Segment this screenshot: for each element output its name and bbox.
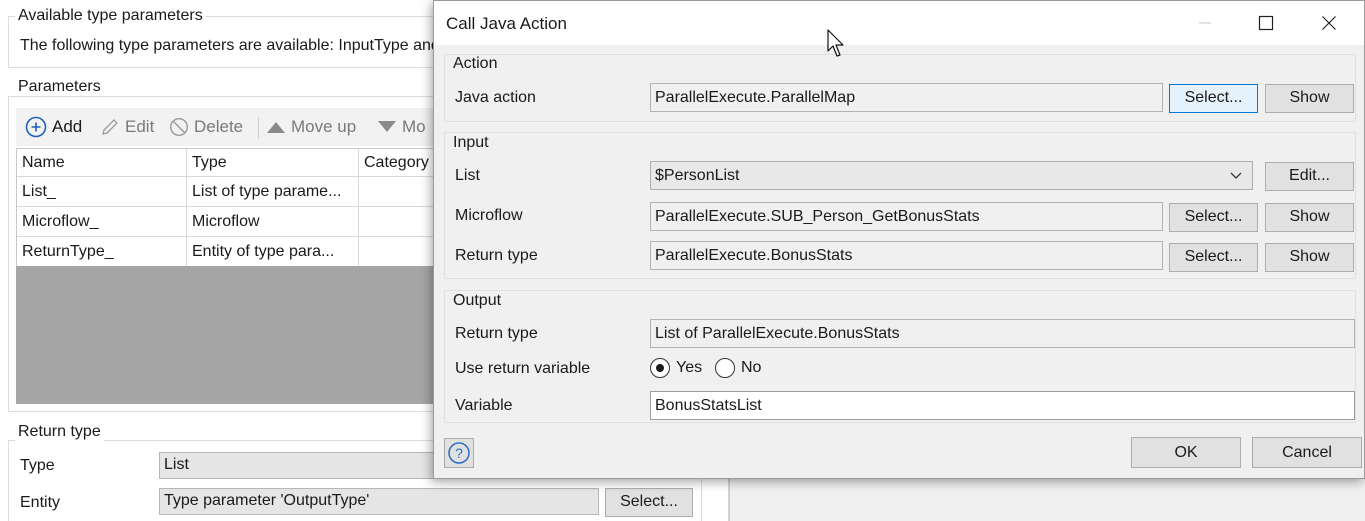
list-dropdown-value: $PersonList [655, 167, 740, 184]
maximize-icon [1258, 15, 1274, 31]
radio-selected-dot [656, 364, 664, 372]
triangle-down-icon [378, 121, 396, 132]
cell-type: Entity of type para... [187, 237, 359, 266]
microflow-label: Microflow [455, 207, 523, 224]
table-header: Name Type Category [17, 148, 437, 177]
no-radio-label[interactable]: No [741, 358, 761, 378]
svg-text:?: ? [455, 445, 463, 461]
type-params-title: Available type parameters [15, 7, 206, 25]
parameters-title: Parameters [15, 78, 104, 96]
yes-radio-label[interactable]: Yes [676, 358, 702, 378]
list-label: List [455, 167, 480, 184]
help-icon: ? [448, 442, 470, 464]
return-type-type-label: Type [20, 457, 55, 474]
microflow-field: ParallelExecute.SUB_Person_GetBonusStats [650, 202, 1163, 231]
column-header-category[interactable]: Category [359, 149, 439, 176]
return-type-entity-label: Entity [20, 494, 61, 511]
cell-type: List of type parame... [187, 177, 359, 206]
add-label: Add [52, 117, 83, 136]
delete-label: Delete [194, 117, 244, 136]
pencil-icon [102, 119, 118, 135]
input-return-type-field: ParallelExecute.BonusStats [650, 241, 1163, 270]
microflow-select-button[interactable]: Select... [1169, 203, 1258, 232]
list-edit-button[interactable]: Edit... [1265, 162, 1354, 191]
use-return-variable-label: Use return variable [455, 360, 591, 377]
column-header-name[interactable]: Name [17, 149, 187, 176]
maximize-button[interactable] [1243, 7, 1289, 39]
microflow-show-button[interactable]: Show [1265, 203, 1354, 232]
return-type-select-button[interactable]: Select... [1169, 243, 1258, 272]
close-icon [1322, 16, 1336, 30]
move-down-button[interactable]: Mo [377, 113, 426, 141]
variable-input[interactable]: BonusStatsList [650, 391, 1355, 420]
move-down-label: Mo [402, 117, 426, 136]
minimize-icon [1199, 22, 1211, 24]
action-section-title: Action [453, 55, 498, 72]
cell-category [359, 237, 439, 266]
output-return-type-label: Return type [455, 325, 538, 342]
chevron-down-icon [1230, 172, 1242, 179]
list-dropdown[interactable]: $PersonList [650, 161, 1253, 190]
column-header-type[interactable]: Type [187, 149, 359, 176]
mouse-cursor-icon [827, 29, 844, 57]
table-row[interactable]: Microflow_ Microflow [17, 207, 437, 237]
yes-radio[interactable] [650, 358, 670, 378]
cancel-button[interactable]: Cancel [1252, 437, 1362, 468]
cell-name: Microflow_ [17, 207, 187, 236]
return-type-title: Return type [15, 423, 104, 441]
add-circle-icon [25, 116, 47, 138]
move-up-label: Move up [291, 117, 357, 136]
edit-label: Edit [125, 117, 155, 136]
java-action-select-button[interactable]: Select... [1169, 84, 1258, 113]
call-java-action-dialog: Call Java Action Action Java action Para… [433, 0, 1365, 479]
move-up-button[interactable]: Move up [266, 113, 356, 141]
output-section-title: Output [453, 292, 502, 309]
ok-button[interactable]: OK [1131, 437, 1241, 468]
toolbar-separator [258, 117, 259, 139]
triangle-up-icon [267, 122, 285, 133]
java-action-show-button[interactable]: Show [1265, 84, 1354, 113]
cell-category [359, 207, 439, 236]
close-button[interactable] [1306, 7, 1352, 39]
output-return-type-field: List of ParallelExecute.BonusStats [650, 319, 1355, 348]
no-radio[interactable] [715, 358, 735, 378]
return-type-type-field: List [159, 452, 439, 479]
cell-name: ReturnType_ [17, 237, 187, 266]
minimize-button[interactable] [1182, 7, 1228, 39]
add-parameter-button[interactable]: Add [25, 113, 82, 141]
cell-name: List_ [17, 177, 187, 206]
return-type-entity-field: Type parameter 'OutputType' [159, 488, 599, 515]
parameters-table: Name Type Category List_ List of type pa… [16, 148, 437, 267]
cell-type: Microflow [187, 207, 359, 236]
input-section-title: Input [453, 134, 489, 151]
type-params-description: The following type parameters are availa… [20, 37, 440, 54]
cell-category [359, 177, 439, 206]
variable-label: Variable [455, 397, 513, 414]
table-row[interactable]: List_ List of type parame... [17, 177, 437, 207]
edit-parameter-button[interactable]: Edit [100, 113, 154, 141]
java-action-field: ParallelExecute.ParallelMap [650, 83, 1163, 112]
java-action-label: Java action [455, 89, 536, 106]
dialog-title: Call Java Action [446, 14, 567, 33]
help-button[interactable]: ? [444, 438, 474, 468]
table-row[interactable]: ReturnType_ Entity of type para... [17, 237, 437, 267]
prohibited-icon [169, 117, 189, 137]
return-type-show-button[interactable]: Show [1265, 243, 1354, 272]
entity-select-button[interactable]: Select... [605, 488, 693, 517]
input-return-type-label: Return type [455, 247, 538, 264]
dialog-titlebar[interactable]: Call Java Action [434, 1, 1364, 45]
table-empty-area [16, 266, 436, 404]
delete-parameter-button[interactable]: Delete [169, 113, 243, 141]
